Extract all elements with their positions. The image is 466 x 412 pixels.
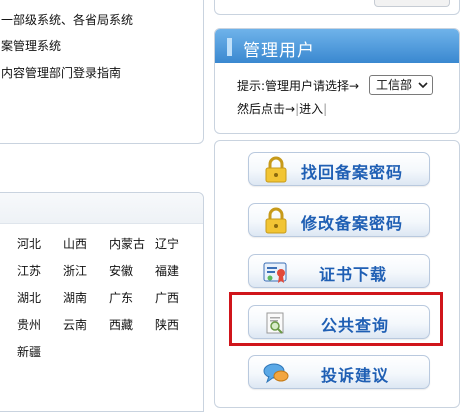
divider: | bbox=[323, 102, 328, 116]
left-links-panel: 一部级系统、各省局系统 案管理系统 内容管理部门登录指南 bbox=[0, 0, 204, 144]
lock-icon bbox=[265, 156, 287, 183]
manager-hint: 提示:管理用户请选择→ bbox=[237, 79, 360, 93]
department-select[interactable]: 工信部 bbox=[369, 75, 433, 95]
complaint-suggestion-label: 投诉建议 bbox=[321, 366, 390, 385]
certificate-download-label: 证书下载 bbox=[319, 265, 388, 284]
province-link[interactable]: 内蒙古 bbox=[109, 236, 155, 252]
province-link[interactable]: 福建 bbox=[155, 263, 201, 279]
province-link[interactable]: 陕西 bbox=[155, 317, 201, 333]
link-record-management-system[interactable]: 案管理系统 bbox=[1, 37, 61, 54]
province-link[interactable]: 安徽 bbox=[109, 263, 155, 279]
highlight-box bbox=[229, 292, 443, 346]
province-link[interactable]: 辽宁 bbox=[155, 236, 201, 252]
then-label: 然后点击→ bbox=[237, 102, 296, 116]
manager-panel-header: 管理用户 bbox=[215, 29, 459, 63]
manager-login-panel: 管理用户 提示:管理用户请选择→ 工信部 然后点击→|进入| bbox=[214, 28, 460, 134]
retrieve-password-label: 找回备案密码 bbox=[301, 163, 404, 182]
province-link[interactable]: 云南 bbox=[63, 317, 109, 333]
chevron-down-icon bbox=[418, 82, 428, 89]
province-list: 河北 山西 内蒙古 辽宁 江苏 浙江 安徽 福建 湖北 湖南 广东 广西 贵州 … bbox=[17, 236, 201, 360]
province-link[interactable]: 广西 bbox=[155, 290, 201, 306]
service-buttons-panel: 找回备案密码 修改备案密码 证书下载 公共查询 投诉建议 bbox=[214, 140, 460, 408]
province-link[interactable]: 西藏 bbox=[109, 317, 155, 333]
enter-link[interactable]: 进入 bbox=[299, 102, 323, 116]
certificate-download-button[interactable]: 证书下载 bbox=[248, 254, 430, 288]
certificate-icon bbox=[263, 262, 287, 283]
link-ministry-systems[interactable]: 一部级系统、各省局系统 bbox=[1, 11, 133, 28]
province-link[interactable]: 河北 bbox=[17, 236, 63, 252]
province-link[interactable]: 湖南 bbox=[63, 290, 109, 306]
lock-icon bbox=[265, 207, 287, 234]
manager-then-text: 然后点击→|进入| bbox=[237, 100, 327, 117]
link-login-guide[interactable]: 内容管理部门登录指南 bbox=[1, 64, 121, 81]
top-button[interactable] bbox=[374, 0, 450, 7]
chat-bubble-icon bbox=[263, 363, 289, 384]
province-link[interactable]: 新疆 bbox=[17, 344, 63, 360]
province-link[interactable]: 广东 bbox=[109, 290, 155, 306]
change-password-button[interactable]: 修改备案密码 bbox=[248, 203, 430, 237]
province-link[interactable]: 山西 bbox=[63, 236, 109, 252]
manager-panel-title: 管理用户 bbox=[243, 41, 315, 61]
province-link[interactable]: 湖北 bbox=[17, 290, 63, 306]
province-link[interactable]: 贵州 bbox=[17, 317, 63, 333]
complaint-suggestion-button[interactable]: 投诉建议 bbox=[248, 355, 430, 389]
province-link[interactable]: 江苏 bbox=[17, 263, 63, 279]
header-accent-bar bbox=[227, 38, 232, 56]
change-password-label: 修改备案密码 bbox=[301, 214, 404, 233]
province-panel: 河北 山西 内蒙古 辽宁 江苏 浙江 安徽 福建 湖北 湖南 广东 广西 贵州 … bbox=[0, 192, 204, 412]
department-select-value: 工信部 bbox=[376, 78, 413, 92]
retrieve-password-button[interactable]: 找回备案密码 bbox=[248, 152, 430, 186]
province-panel-header bbox=[0, 193, 203, 224]
province-link[interactable]: 浙江 bbox=[63, 263, 109, 279]
